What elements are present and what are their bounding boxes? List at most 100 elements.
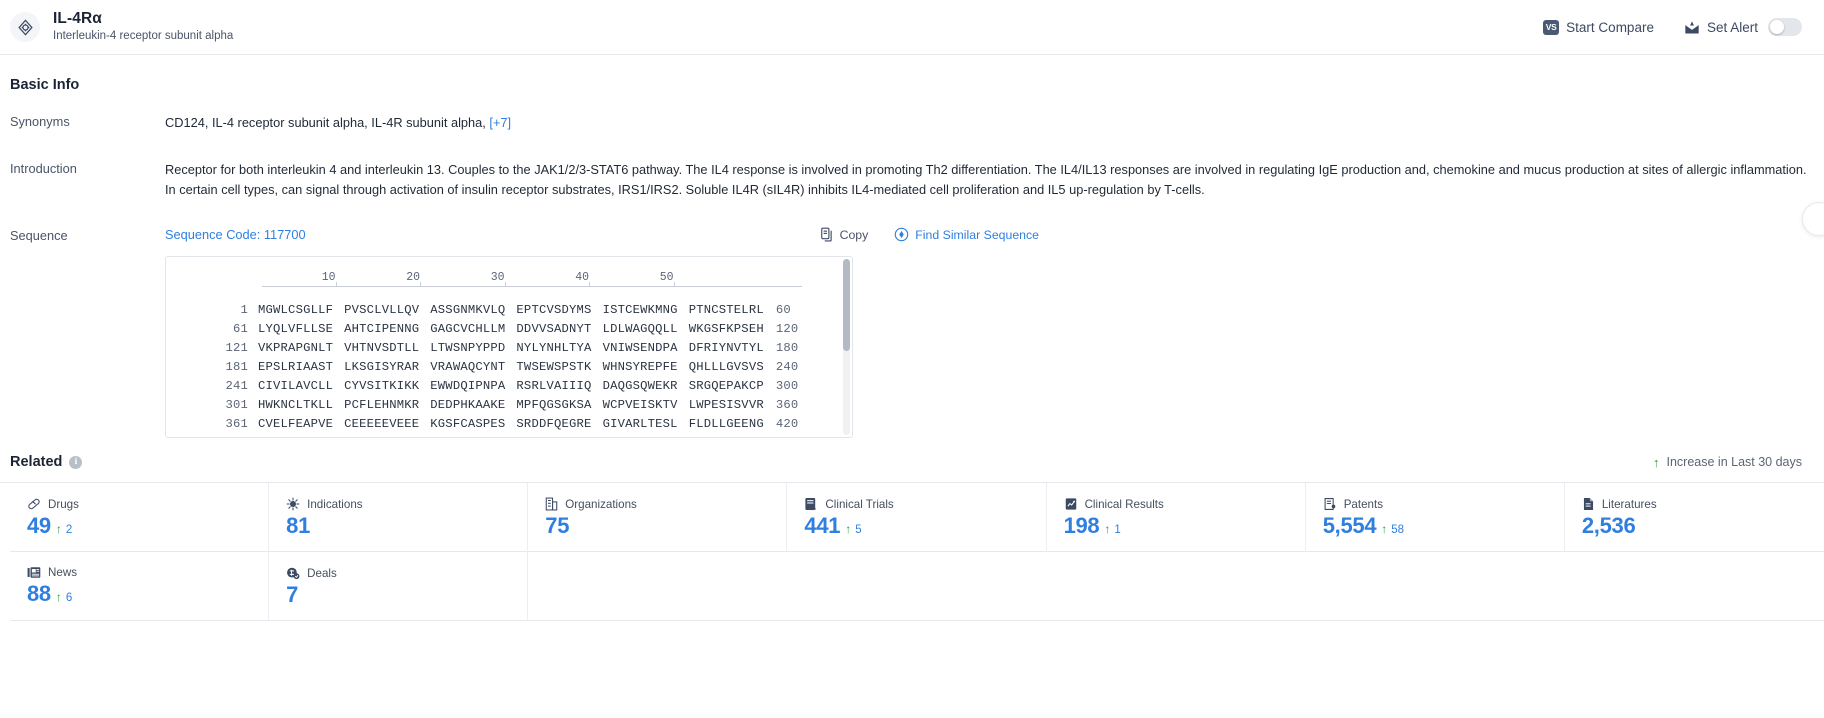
start-compare-label: Start Compare	[1566, 19, 1654, 35]
related-card-news[interactable]: News 88 ↑ 6	[10, 552, 270, 622]
related-card-head: Clinical Results	[1064, 497, 1305, 511]
capsule-icon	[27, 497, 41, 511]
related-card-value-row: 81	[286, 513, 527, 539]
sequence-row-end: 60	[775, 303, 791, 318]
related-card-head: Clinical Trials	[804, 497, 1045, 511]
related-grid: Drugs 49 ↑ 2 Indications 81 Organizations 75 Cli…	[0, 482, 1824, 622]
sequence-label: Sequence	[10, 228, 68, 244]
related-card-value-row: 5,554 ↑ 58	[1323, 513, 1564, 539]
sequence-row-end: 120	[775, 322, 799, 337]
related-card-deals[interactable]: Deals 7	[269, 552, 529, 622]
virus-icon	[286, 497, 300, 511]
related-card-value: 49	[27, 513, 51, 539]
related-card-value: 7	[286, 582, 299, 608]
related-card-literatures[interactable]: Literatures 2,536	[1564, 483, 1824, 553]
sequence-chunk: DEDPHKAAKE	[430, 398, 506, 413]
related-card-value: 5,554	[1322, 513, 1377, 539]
sequence-chunk: LDLWAGQQLL	[602, 322, 678, 337]
related-card-value: 198	[1063, 513, 1100, 539]
related-card-value-row: 88 ↑ 6	[27, 581, 268, 607]
related-card-clinical-trials[interactable]: Clinical Trials 441 ↑ 5	[787, 483, 1047, 553]
sequence-header: Sequence Code: 117700 Copy Find Similar …	[165, 227, 1824, 242]
related-card-value: 441	[804, 513, 841, 539]
related-card-delta: ↑ 1	[1104, 522, 1120, 536]
sequence-row-end: 180	[775, 341, 799, 356]
building-icon	[545, 497, 558, 511]
sequence-chunk: VKPRAPGNLT	[258, 341, 334, 356]
related-card-label: Indications	[307, 497, 363, 511]
set-alert-label: Set Alert	[1706, 19, 1758, 35]
related-card-label: Patents	[1343, 497, 1384, 511]
sequence-code-link[interactable]: Sequence Code: 117700	[165, 227, 306, 242]
sequence-chunk: ISTCEWKMNG	[602, 303, 678, 318]
set-alert-toggle[interactable]	[1768, 18, 1802, 36]
related-card-patents[interactable]: Patents 5,554 ↑ 58	[1305, 483, 1565, 553]
sequence-chunk: PTNCSTELRL	[688, 303, 764, 318]
sequence-chunk: PVSCLVLLQV	[344, 303, 420, 318]
patent-icon	[1323, 497, 1337, 511]
sequence-chunk: PCFLEHNMKR	[344, 398, 420, 413]
related-grid-filler	[528, 552, 788, 622]
related-card-indications[interactable]: Indications 81	[269, 483, 529, 553]
sequence-ruler-tick: 30	[490, 271, 505, 285]
related-grid-filler	[1564, 552, 1824, 622]
sequence-chunk: SRDDFQEGRE	[516, 417, 592, 432]
related-card-value-row: 441 ↑ 5	[804, 513, 1045, 539]
related-card-head: News	[27, 566, 268, 579]
related-card-value-row: 2,536	[1582, 513, 1824, 539]
related-card-label: Organizations	[565, 497, 637, 511]
page-title: IL-4Rα	[53, 10, 102, 28]
info-icon[interactable]: i	[69, 455, 83, 469]
sequence-chunk: CEEEEEVEEE	[344, 417, 420, 432]
sequence-chunk: GAGCVCHLLM	[430, 322, 506, 337]
sequence-chunk: LTWSNPYPPD	[430, 341, 506, 356]
sequence-row-end: 240	[775, 360, 799, 375]
sequence-ruler-tick: 50	[659, 271, 674, 285]
find-similar-label: Find Similar Sequence	[915, 227, 1039, 242]
related-card-delta: ↑ 5	[845, 522, 861, 536]
increase-legend: ↑ Increase in Last 30 days	[1653, 455, 1802, 469]
related-grid-filler	[1046, 552, 1306, 622]
target-crosshair-icon	[10, 12, 40, 42]
related-card-value: 75	[545, 513, 570, 539]
related-heading: Related	[10, 454, 63, 471]
sequence-ruler: 10 20 30 40 50	[262, 271, 802, 288]
related-card-value-row: 49 ↑ 2	[27, 513, 268, 539]
set-alert-button[interactable]: Set Alert	[1684, 18, 1802, 36]
sequence-ruler-tick: 40	[575, 271, 589, 285]
related-card-value: 2,536	[1581, 513, 1636, 539]
sequence-row: 61 LYQLVFLLSE AHTCIPENNG GAGCVCHLLM DDVVSADN…	[166, 320, 852, 339]
sequence-chunk: EPSLRIAAST	[258, 360, 334, 375]
sequence-row-chunks: VKPRAPGNLT VHTNVSDTLL LTWSNPYPPD NYLYNHLTYA…	[258, 339, 764, 358]
sequence-chunk: MGWLCSGLLF	[258, 303, 334, 318]
copy-label: Copy	[839, 227, 869, 242]
related-card-head: Patents	[1323, 497, 1564, 511]
sequence-row-chunks: MGWLCSGLLF PVSCLVLLQV ASSGNMKVLQ EPTCVSDYMS…	[258, 301, 764, 320]
related-card-drugs[interactable]: Drugs 49 ↑ 2	[10, 483, 270, 553]
sequence-scrollbar-thumb[interactable]	[843, 259, 850, 352]
sequence-chunk: VRAWAQCYNT	[430, 360, 506, 375]
literature-icon	[1582, 497, 1595, 511]
related-grid-filler	[787, 552, 1047, 622]
related-card-clinical-results[interactable]: Clinical Results 198 ↑ 1	[1046, 483, 1306, 553]
sequence-row-chunks: HWKNCLTKLL PCFLEHNMKR DEDPHKAAKE MPFQGSGKSA…	[258, 396, 764, 415]
copy-button[interactable]: Copy	[820, 227, 869, 242]
sequence-chunk: DAQGSQWEKR	[602, 379, 678, 394]
app-header: IL-4Rα Interleukin-4 receptor subunit al…	[0, 0, 1824, 55]
sequence-chunk: LYQLVFLLSE	[258, 322, 334, 337]
start-compare-button[interactable]: VS Start Compare	[1543, 19, 1654, 35]
find-similar-sequence-button[interactable]: Find Similar Sequence	[894, 227, 1039, 242]
synonyms-label: Synonyms	[10, 114, 70, 129]
sequence-chunk: GIVARLTESL	[602, 417, 678, 432]
sequence-row-chunks: LYQLVFLLSE AHTCIPENNG GAGCVCHLLM DDVVSADNYT…	[258, 320, 764, 339]
sequence-chunk: VHTNVSDTLL	[344, 341, 420, 356]
sequence-chunk: QHLLLGVSVS	[688, 360, 764, 375]
related-card-organizations[interactable]: Organizations 75	[528, 483, 788, 553]
sequence-chunk: KGSFCASPES	[430, 417, 506, 432]
sequence-chunk: ASSGNMKVLQ	[430, 303, 506, 318]
sequence-ruler-tick: 10	[321, 271, 336, 285]
clinical-result-icon	[1064, 497, 1078, 511]
sequence-chunk: CIVILAVCLL	[258, 379, 334, 394]
up-arrow-icon: ↑	[55, 590, 62, 605]
synonyms-more-link[interactable]: [+7]	[489, 115, 511, 130]
